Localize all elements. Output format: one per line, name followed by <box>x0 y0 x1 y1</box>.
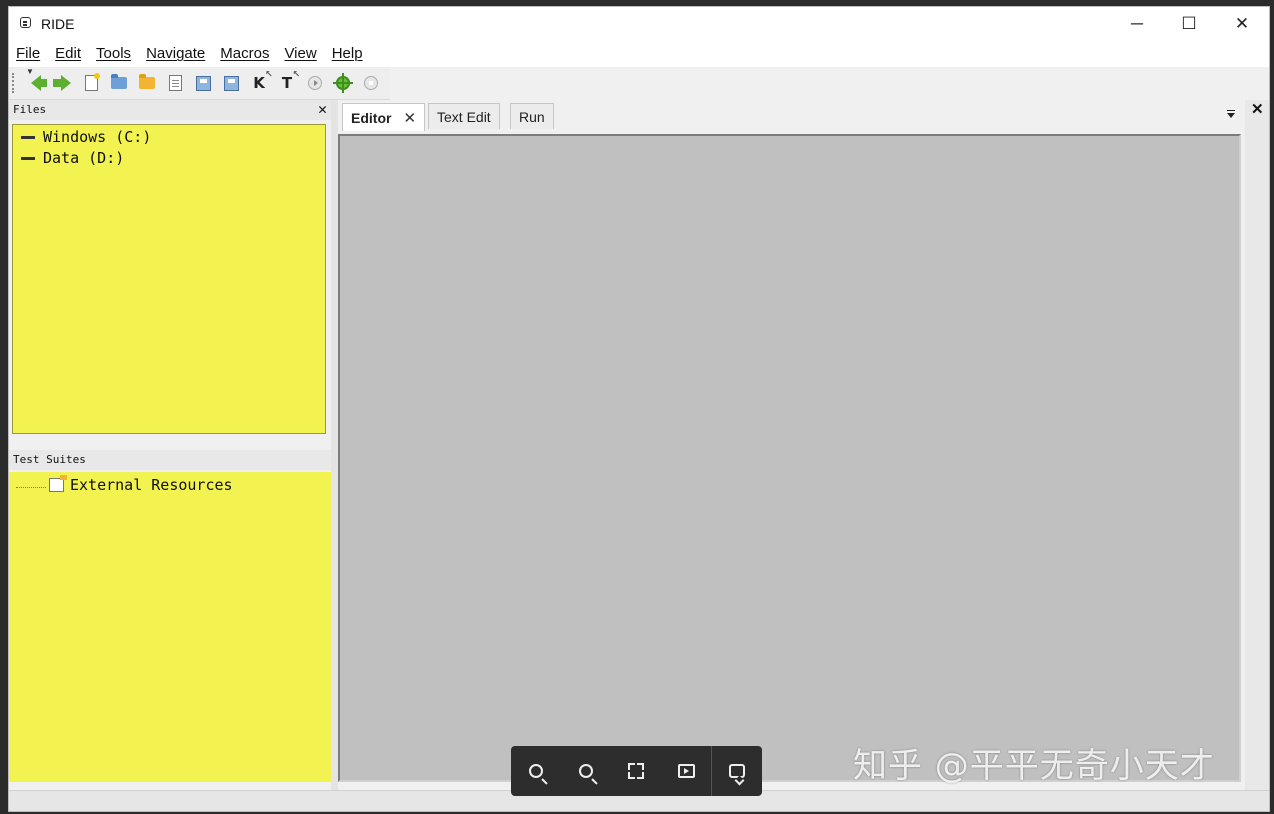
slideshow-button[interactable] <box>661 746 711 796</box>
save-button[interactable] <box>193 73 213 93</box>
test-suites-pane-header: Test Suites <box>9 450 331 470</box>
tab-text-edit-label: Text Edit <box>437 109 491 125</box>
play-icon <box>308 76 322 90</box>
tab-run-label: Run <box>519 109 545 125</box>
tree-item-windows-drive[interactable]: Windows (C:) <box>21 127 151 147</box>
window-title: RIDE <box>41 16 74 32</box>
test-search-icon: T <box>282 74 292 92</box>
menu-view[interactable]: View <box>277 41 316 67</box>
back-button[interactable] <box>26 73 46 93</box>
zoom-out-icon <box>529 764 543 778</box>
open-resource-button[interactable] <box>165 73 185 93</box>
external-resources-icon <box>49 478 64 492</box>
panel-splitter[interactable] <box>331 100 338 790</box>
tab-editor-label: Editor <box>351 110 391 126</box>
left-panel: Files ✕ Windows (C:) Data (D:) Test Suit… <box>9 100 331 782</box>
tab-text-edit[interactable]: Text Edit <box>428 103 500 129</box>
background-desktop <box>0 0 8 814</box>
files-tree[interactable]: Windows (C:) Data (D:) <box>12 124 326 434</box>
maximize-button[interactable]: ☐ <box>1163 7 1215 41</box>
save-all-icon <box>224 76 239 91</box>
folder-icon <box>139 77 155 89</box>
drive-icon <box>21 136 35 139</box>
tab-editor[interactable]: Editor ✕ <box>342 103 425 131</box>
tree-item-label: Data (D:) <box>43 149 124 167</box>
test-suites-pane-title: Test Suites <box>13 453 86 466</box>
back-arrow-icon <box>31 75 41 91</box>
main-toolbar: ▼ K T <box>9 67 390 100</box>
right-side-panel: ✕ <box>1245 100 1270 790</box>
title-bar: RIDE ─ ☐ ✕ <box>9 7 1269 41</box>
tree-item-external-resources[interactable]: External Resources <box>70 476 233 494</box>
open-directory-button[interactable] <box>137 73 157 93</box>
app-icon <box>20 17 31 28</box>
stop-icon <box>364 76 378 90</box>
files-pane-header: Files ✕ <box>9 100 331 120</box>
ride-window: RIDE ─ ☐ ✕ File Edit Tools Navigate Macr… <box>8 6 1270 812</box>
toolbar-grip[interactable] <box>12 73 17 93</box>
menu-bar: File Edit Tools Navigate Macros View Hel… <box>9 41 1269 67</box>
stop-button[interactable] <box>361 73 381 93</box>
zoom-out-button[interactable] <box>511 746 561 796</box>
new-project-button[interactable] <box>81 73 101 93</box>
minimize-button[interactable]: ─ <box>1111 7 1163 41</box>
keyword-search-icon: K <box>253 74 265 92</box>
run-tests-button[interactable] <box>305 73 325 93</box>
save-all-button[interactable] <box>221 73 241 93</box>
save-icon <box>196 76 211 91</box>
close-window-button[interactable]: ✕ <box>1216 7 1268 41</box>
bug-icon <box>336 76 350 90</box>
forward-arrow-icon <box>61 75 71 91</box>
watermark: 知乎 @平平无奇小天才 <box>853 738 1215 787</box>
zoom-in-icon <box>579 764 593 778</box>
forward-button[interactable] <box>52 73 72 93</box>
debug-button[interactable] <box>333 73 353 93</box>
editor-panel: Editor ✕ Text Edit Run <box>338 100 1241 790</box>
tree-connector <box>16 487 46 488</box>
tab-list-dropdown-icon[interactable] <box>1227 113 1235 118</box>
menu-tools[interactable]: Tools <box>89 41 131 67</box>
new-file-icon <box>85 75 98 91</box>
tree-item-data-drive[interactable]: Data (D:) <box>21 148 124 168</box>
comment-icon <box>729 764 745 778</box>
test-suites-tree[interactable]: External Resources <box>9 472 331 782</box>
tab-close-icon[interactable]: ✕ <box>403 109 416 127</box>
search-tests-button[interactable]: T <box>277 73 297 93</box>
tab-run[interactable]: Run <box>510 103 554 129</box>
image-viewer-toolbar <box>511 746 762 796</box>
presentation-icon <box>678 764 695 778</box>
fit-screen-button[interactable] <box>611 746 661 796</box>
menu-navigate[interactable]: Navigate <box>139 41 205 67</box>
files-pane-title: Files <box>13 103 46 116</box>
search-keywords-button[interactable]: K <box>249 73 269 93</box>
menu-help[interactable]: Help <box>325 41 363 67</box>
editor-tabs: Editor ✕ Text Edit Run <box>338 103 1241 130</box>
editor-area[interactable] <box>338 134 1241 782</box>
files-pane-close-button[interactable]: ✕ <box>318 100 327 118</box>
tree-item-label: Windows (C:) <box>43 128 151 146</box>
drive-icon <box>21 157 35 160</box>
open-test-suite-button[interactable] <box>109 73 129 93</box>
comment-button[interactable] <box>712 746 762 796</box>
right-panel-close-button[interactable]: ✕ <box>1251 100 1264 118</box>
menu-macros[interactable]: Macros <box>213 41 269 67</box>
open-folder-icon <box>111 77 127 89</box>
menu-file[interactable]: File <box>9 41 40 67</box>
document-icon <box>169 75 182 91</box>
fullscreen-icon <box>628 763 644 779</box>
menu-edit[interactable]: Edit <box>48 41 81 67</box>
zoom-in-button[interactable] <box>561 746 611 796</box>
